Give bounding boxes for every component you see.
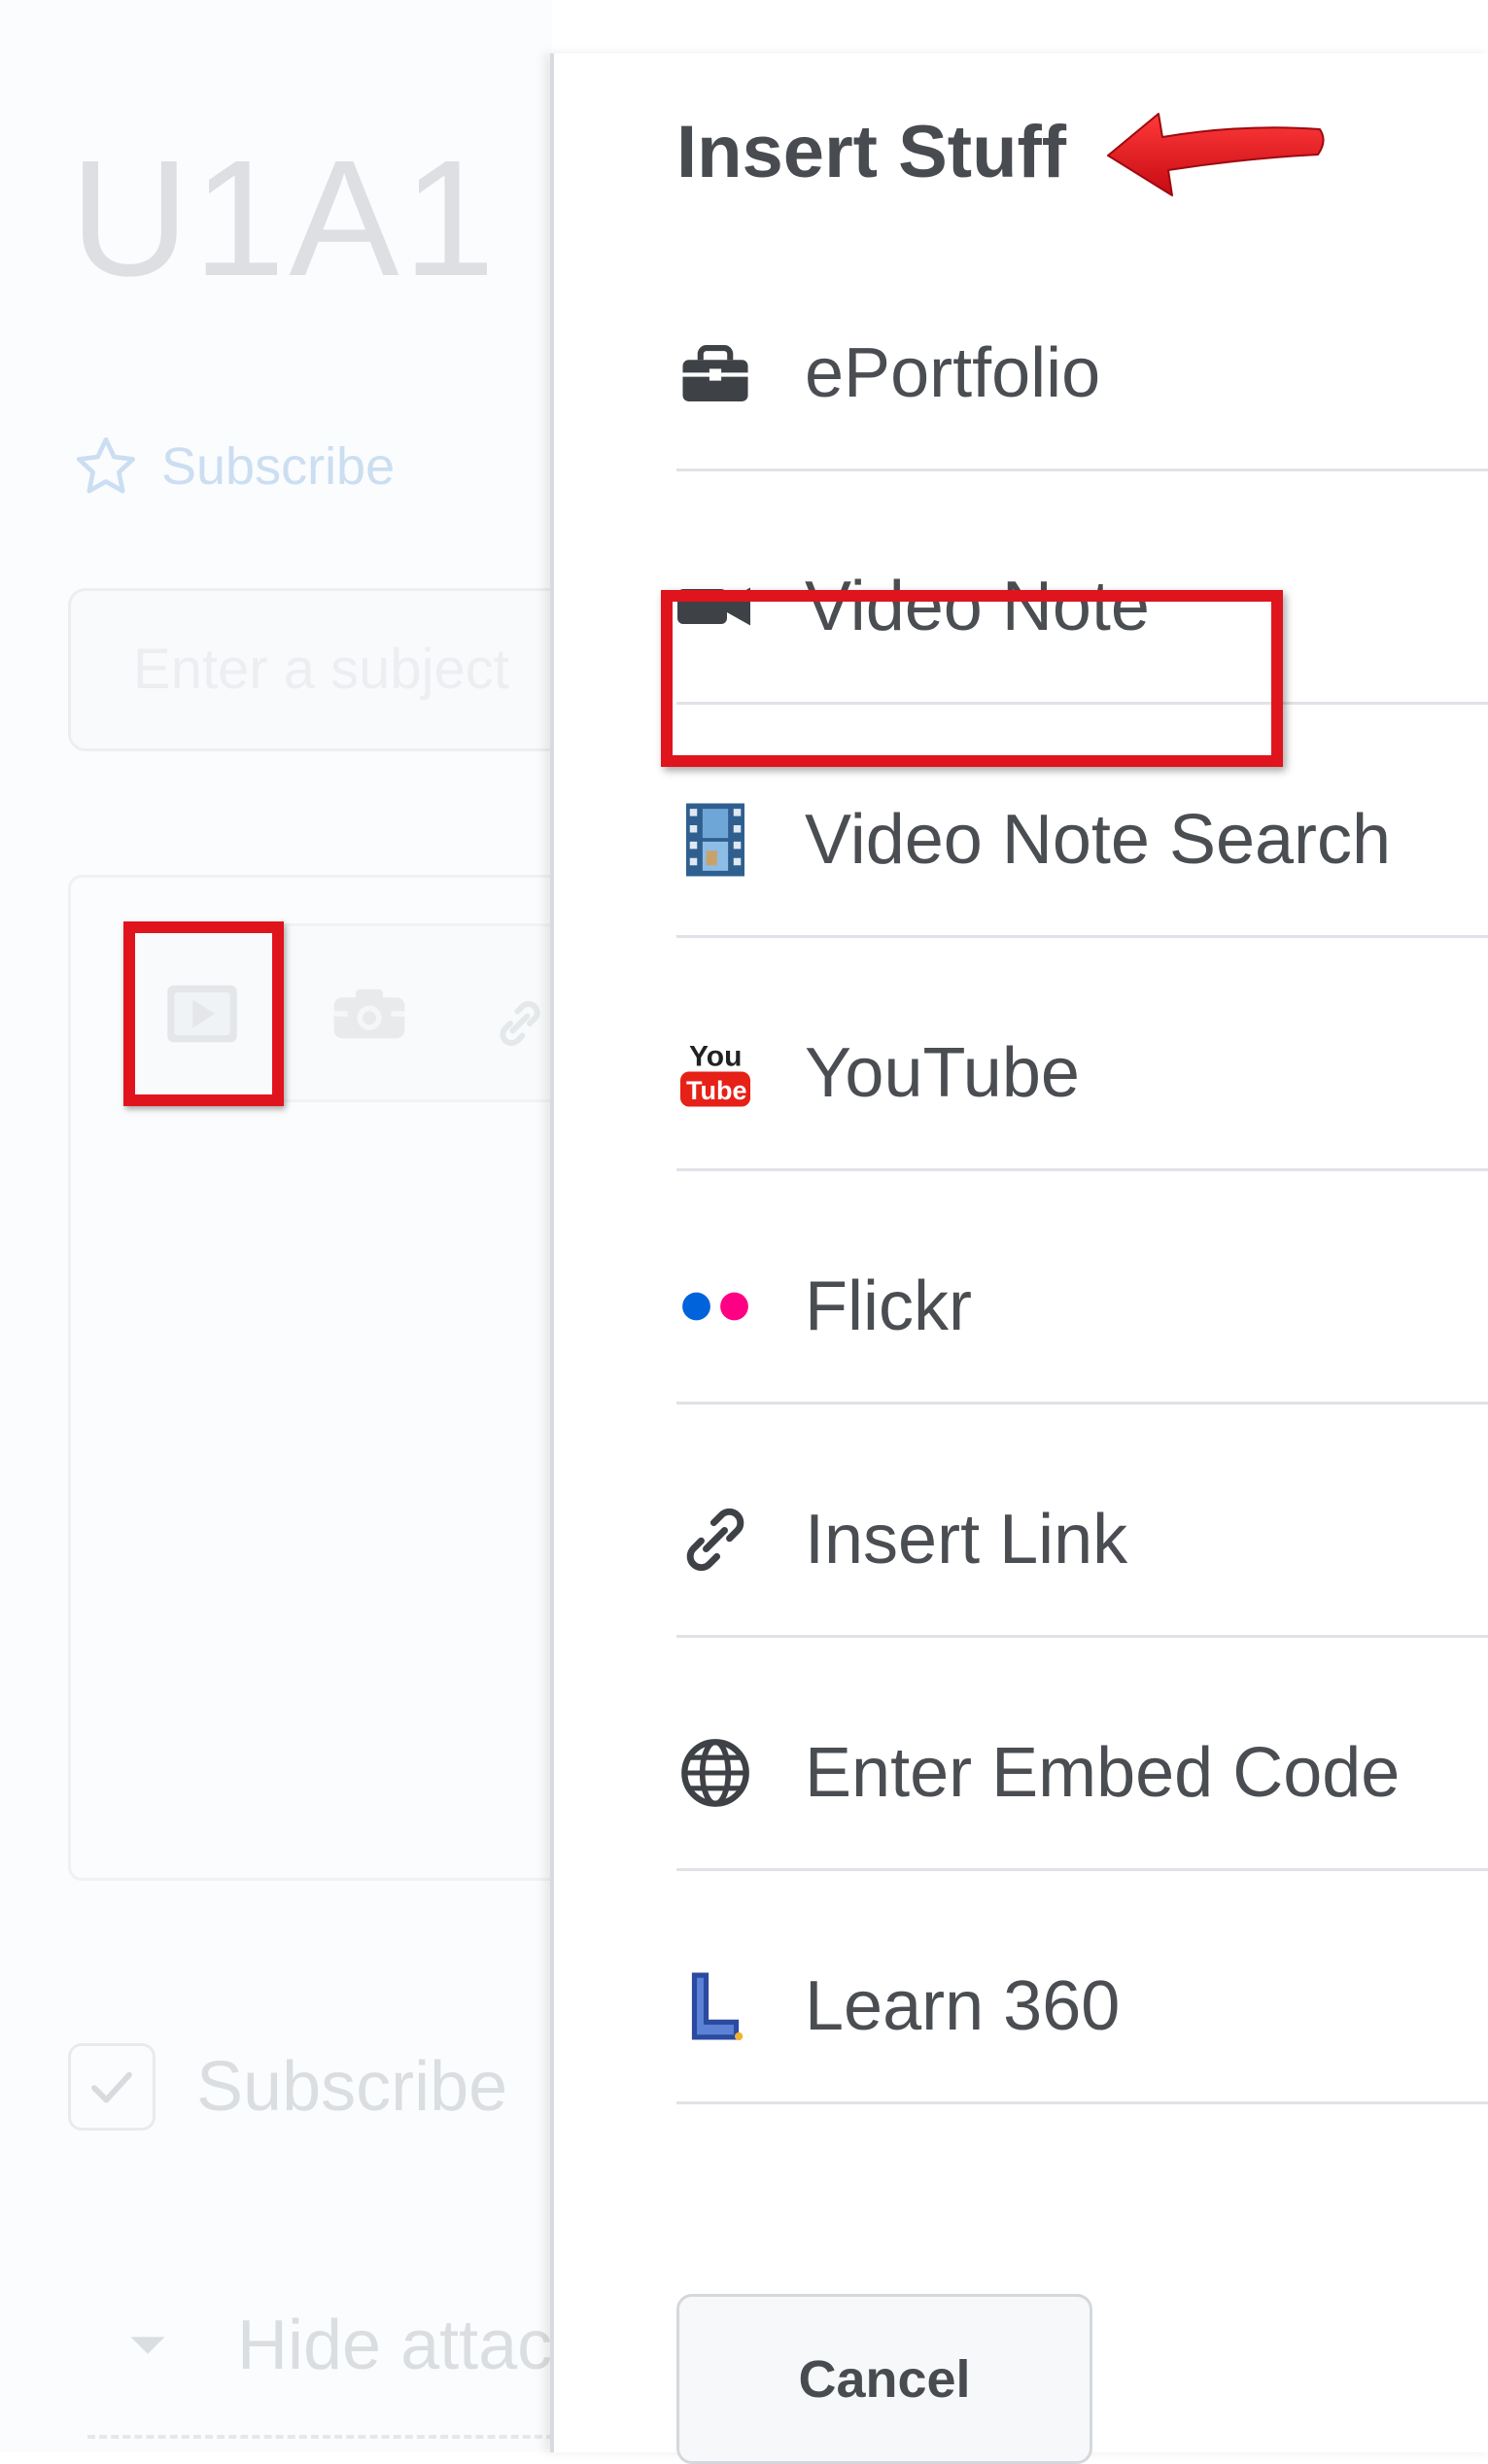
menu-item-label: Learn 360 — [805, 1966, 1121, 2045]
flickr-icon — [676, 1267, 754, 1345]
menu-item-insert-link[interactable]: Insert Link — [676, 1405, 1488, 1638]
annotation-highlight-video-note — [661, 590, 1283, 767]
menu-item-label: Enter Embed Code — [805, 1733, 1401, 1812]
menu-item-label: YouTube — [805, 1033, 1080, 1112]
menu-item-youtube[interactable]: You Tube YouTube — [676, 938, 1488, 1171]
annotation-arrow-icon — [1107, 113, 1325, 196]
modal-backdrop — [0, 0, 552, 2452]
menu-item-eportfolio[interactable]: ePortfolio — [676, 209, 1488, 471]
svg-text:Tube: Tube — [686, 1076, 747, 1105]
menu-item-embed-code[interactable]: Enter Embed Code — [676, 1638, 1488, 1871]
link-icon — [676, 1501, 754, 1579]
learn360-icon — [676, 1967, 754, 2045]
menu-item-label: Video Note Search — [805, 800, 1392, 879]
briefcase-icon — [676, 334, 754, 412]
background-page: U1A1 - Subscribe Enter a subject — [0, 0, 552, 2452]
insert-stuff-menu: ePortfolio Video Note Video Note Search … — [676, 209, 1488, 2104]
annotation-highlight-toolbar — [123, 921, 284, 1106]
menu-item-learn360[interactable]: Learn 360 — [676, 1871, 1488, 2104]
menu-item-label: Flickr — [805, 1267, 972, 1345]
cancel-button[interactable]: Cancel — [676, 2294, 1092, 2464]
insert-stuff-dialog: Insert Stuff ePortfolio Video Note Video… — [550, 53, 1488, 2464]
menu-item-label: Insert Link — [805, 1500, 1128, 1579]
svg-text:You: You — [689, 1040, 742, 1072]
globe-icon — [676, 1734, 754, 1812]
menu-item-flickr[interactable]: Flickr — [676, 1171, 1488, 1405]
menu-item-label: ePortfolio — [805, 333, 1101, 412]
film-strip-icon — [676, 801, 754, 879]
youtube-icon: You Tube — [676, 1034, 754, 1112]
dialog-title: Insert Stuff — [676, 111, 1067, 193]
